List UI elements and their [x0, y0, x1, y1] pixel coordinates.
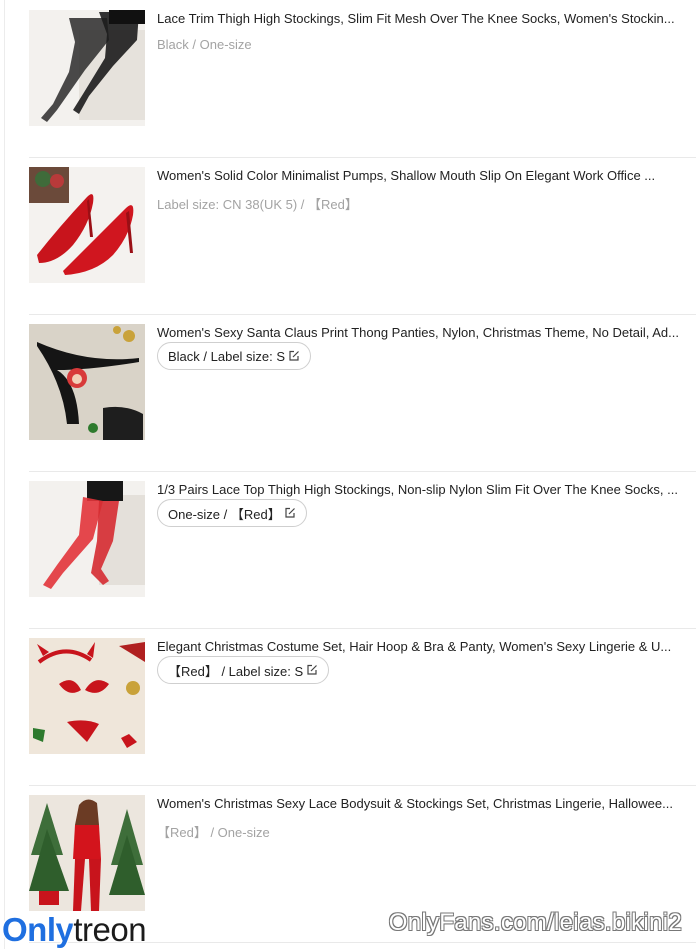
cart-item[interactable]: Women's Sexy Santa Claus Print Thong Pan… [29, 314, 696, 472]
variant-selector[interactable]: One-size / 【Red】 [157, 499, 307, 527]
edit-icon [307, 664, 318, 675]
product-title[interactable]: Women's Sexy Santa Claus Print Thong Pan… [157, 325, 696, 341]
variant-selector[interactable]: Black / Label size: S [157, 342, 312, 370]
product-title[interactable]: Women's Christmas Sexy Lace Bodysuit & S… [157, 796, 696, 812]
product-title[interactable]: 1/3 Pairs Lace Top Thigh High Stockings,… [157, 482, 696, 498]
product-title[interactable]: Women's Solid Color Minimalist Pumps, Sh… [157, 168, 696, 184]
left-divider [4, 0, 5, 949]
cart-item[interactable]: Lace Trim Thigh High Stockings, Slim Fit… [29, 0, 696, 158]
edit-icon [289, 350, 299, 361]
product-image[interactable] [29, 324, 145, 440]
variant-label: One-size / 【Red】 [168, 506, 281, 522]
product-title[interactable]: Elegant Christmas Costume Set, Hair Hoop… [157, 639, 696, 655]
watermark-logo: Onlytreon [2, 911, 147, 948]
product-image[interactable] [29, 638, 145, 754]
variant-text: Black / One-size [157, 37, 252, 52]
product-image[interactable] [29, 795, 145, 911]
variant-selector[interactable]: 【Red】 / Label size: S [157, 656, 330, 684]
product-image[interactable] [29, 167, 145, 283]
product-title[interactable]: Lace Trim Thigh High Stockings, Slim Fit… [157, 11, 696, 27]
product-image[interactable] [29, 10, 145, 126]
edit-icon [285, 507, 295, 518]
variant-label: Black / Label size: S [168, 348, 286, 364]
cart-item[interactable]: 1/3 Pairs Lace Top Thigh High Stockings,… [29, 471, 696, 629]
variant-label: 【Red】 / Label size: S [168, 663, 304, 679]
watermark-text: OnlyFans.com/leias.bikini2 [388, 909, 682, 936]
variant-text: Label size: CN 38(UK 5) / 【Red】 [157, 197, 358, 212]
cart-item[interactable]: Elegant Christmas Costume Set, Hair Hoop… [29, 628, 696, 786]
cart-item[interactable]: Women's Solid Color Minimalist Pumps, Sh… [29, 157, 696, 315]
variant-text: 【Red】 / One-size [157, 825, 270, 840]
product-image[interactable] [29, 481, 145, 597]
